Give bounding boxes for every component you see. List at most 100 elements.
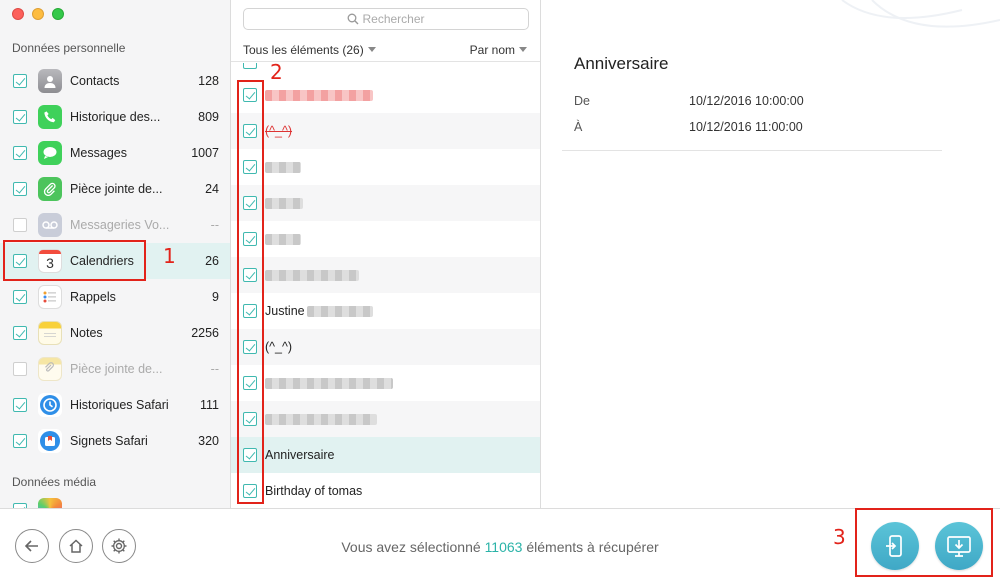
search-icon (348, 13, 359, 25)
detail-pane: Anniversaire De 10/12/2016 10:00:00 À 10/1… (542, 0, 1000, 508)
list-item-label: (^_^) (265, 124, 293, 138)
sidebar-item-count: 320 (198, 434, 219, 448)
sidebar-item-contacts[interactable]: Contacts 128 (0, 63, 230, 99)
sidebar-item-messages[interactable]: Messages 1007 (0, 135, 230, 171)
sidebar-item-voicemail: Messageries Vo... -- (0, 207, 230, 243)
photos-icon (38, 498, 62, 508)
annotation-box-3 (855, 508, 993, 577)
list-item-label: Anniversaire (265, 448, 335, 462)
redacted-text (307, 306, 373, 317)
list-item[interactable]: Anniversaire (231, 437, 540, 473)
end-label: À (574, 120, 583, 134)
redacted-text (265, 90, 373, 101)
list-item[interactable] (231, 257, 540, 293)
redacted-text (265, 414, 377, 425)
sidebar-checkbox (13, 362, 27, 376)
list-item[interactable] (231, 185, 540, 221)
status-count: 11063 (484, 539, 523, 555)
messages-icon (38, 141, 62, 165)
sidebar-item-count: 2256 (191, 326, 219, 340)
chevron-down-icon (367, 47, 376, 52)
redacted-text (265, 234, 301, 245)
sidebar-item-label: Notes (70, 326, 103, 340)
sidebar-item-label: Pièce jointe de... (70, 362, 163, 376)
close-window-button[interactable] (12, 8, 24, 20)
sidebar-item-count: -- (210, 218, 219, 232)
sidebar-checkbox[interactable] (13, 110, 27, 124)
sidebar-item-count: 1007 (191, 146, 219, 160)
background-decoration (841, 0, 1000, 28)
sidebar-item-call-history[interactable]: Historique des... 809 (0, 99, 230, 135)
window-controls (12, 8, 64, 20)
redacted-text (265, 378, 393, 389)
sort-label: Par nom (469, 43, 515, 57)
filter-dropdown[interactable]: Tous les éléments (26) (243, 43, 376, 57)
list-item-label: Justine (265, 304, 305, 318)
sidebar-item-message-attachments[interactable]: Pièce jointe de... 24 (0, 171, 230, 207)
annotation-box-2 (237, 80, 264, 504)
sidebar-checkbox (13, 218, 27, 232)
sidebar-item-label: Contacts (70, 74, 120, 88)
safari-bookmark-icon (38, 429, 62, 453)
sidebar-item-label: Messages (70, 146, 127, 160)
filter-bar: Tous les éléments (26) Par nom (231, 40, 540, 62)
sidebar-checkbox[interactable] (13, 182, 27, 196)
sort-dropdown[interactable]: Par nom (470, 43, 527, 57)
sidebar-item-count: 111 (199, 398, 219, 412)
sidebar-item-count: 9 (212, 290, 219, 304)
list-item[interactable]: Justine (231, 293, 540, 329)
sidebar-item-reminders[interactable]: Rappels 9 (0, 279, 230, 315)
sidebar-item-label: Rappels (70, 290, 116, 304)
minimize-window-button[interactable] (32, 8, 44, 20)
filter-label: Tous les éléments (26) (243, 43, 364, 57)
search-input[interactable]: Rechercher (243, 8, 529, 30)
sidebar-checkbox[interactable] (13, 74, 27, 88)
sidebar-item-safari-bookmarks[interactable]: Signets Safari 320 (0, 423, 230, 459)
sidebar-item-label: Messageries Vo... (70, 218, 170, 232)
search-placeholder: Rechercher (362, 12, 425, 26)
detail-start-row: De 10/12/2016 10:00:00 (574, 94, 804, 108)
sidebar-item-count: 128 (198, 74, 219, 88)
sidebar-item-note-attachments: Pièce jointe de... -- (0, 351, 230, 387)
section-title-personal: Données personnelle (12, 41, 126, 55)
list-item[interactable] (231, 365, 540, 401)
sidebar-item-safari-history[interactable]: Historiques Safari 111 (0, 387, 230, 423)
zoom-window-button[interactable] (52, 8, 64, 20)
list-item[interactable] (231, 221, 540, 257)
sidebar-item-count: -- (210, 362, 219, 376)
sidebar-checkbox[interactable] (13, 434, 27, 448)
annotation-number-2: 2 (270, 60, 283, 84)
item-list: (^_^) Justine (^_^) Anniversaire Birthda… (231, 77, 540, 508)
sidebar-checkbox[interactable] (13, 326, 27, 340)
redacted-text (265, 198, 303, 209)
sidebar-item-label: Signets Safari (70, 434, 148, 448)
list-item-label: Birthday of tomas (265, 484, 363, 498)
sidebar-item-label: Pièce jointe de... (70, 182, 163, 196)
divider (562, 150, 942, 151)
list-item[interactable] (231, 401, 540, 437)
sidebar-checkbox[interactable] (13, 290, 27, 304)
list-item[interactable] (231, 149, 540, 185)
sidebar-checkbox[interactable] (13, 398, 27, 412)
sidebar-item-count: 24 (205, 182, 219, 196)
contacts-icon (38, 69, 62, 93)
redacted-text (265, 162, 301, 173)
list-item[interactable]: Birthday of tomas (231, 473, 540, 508)
sidebar-checkbox[interactable] (13, 146, 27, 160)
annotation-number-1: 1 (163, 244, 176, 268)
note-attachment-icon (38, 357, 62, 381)
chevron-down-icon (519, 47, 527, 52)
start-label: De (574, 94, 590, 108)
redacted-text (265, 270, 359, 281)
list-checkbox-partial[interactable] (243, 63, 257, 69)
sidebar-item-label: Historique des... (70, 110, 161, 124)
status-prefix: Vous avez sélectionné (341, 539, 481, 555)
list-item[interactable]: (^_^) (231, 329, 540, 365)
start-value: 10/12/2016 10:00:00 (689, 94, 804, 108)
list-item-label: (^_^) (265, 340, 293, 354)
sidebar-item-notes[interactable]: Notes 2256 (0, 315, 230, 351)
attachment-icon (38, 177, 62, 201)
list-item[interactable]: (^_^) (231, 113, 540, 149)
notes-icon (38, 321, 62, 345)
annotation-box-1 (3, 240, 146, 281)
